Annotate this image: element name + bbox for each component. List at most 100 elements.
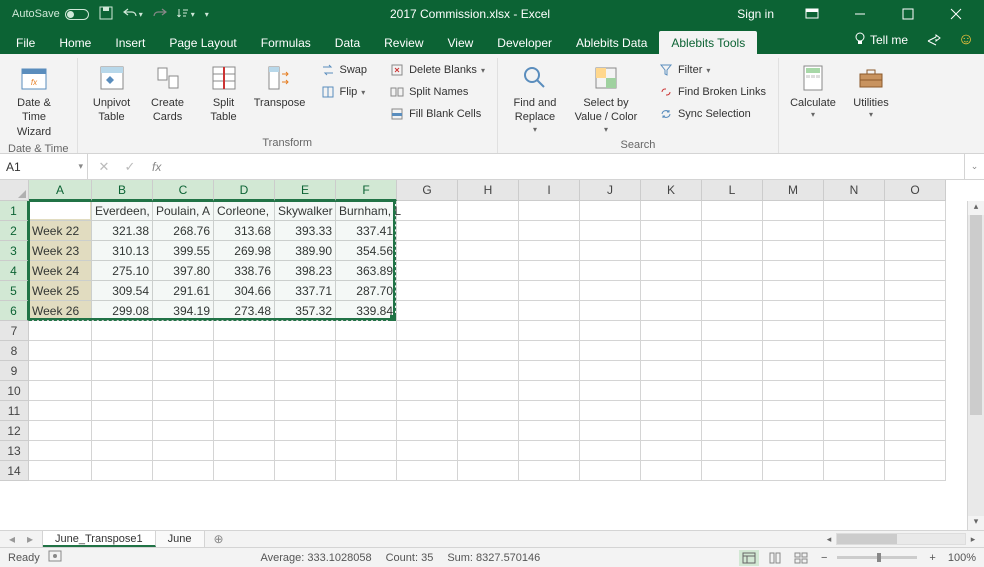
column-header-C[interactable]: C [153,180,214,201]
cell-C7[interactable] [153,321,214,341]
cell-B11[interactable] [92,401,153,421]
cell-A11[interactable] [29,401,92,421]
cell-J8[interactable] [580,341,641,361]
tab-insert[interactable]: Insert [103,31,157,54]
cell-F11[interactable] [336,401,397,421]
cell-H5[interactable] [458,281,519,301]
cell-J9[interactable] [580,361,641,381]
cell-L13[interactable] [702,441,763,461]
cell-N9[interactable] [824,361,885,381]
cell-M2[interactable] [763,221,824,241]
cell-L11[interactable] [702,401,763,421]
cell-M1[interactable] [763,201,824,221]
row-header-11[interactable]: 11 [0,401,29,421]
cell-E2[interactable]: 393.33 [275,221,336,241]
cell-H14[interactable] [458,461,519,481]
column-header-M[interactable]: M [763,180,824,201]
cell-I14[interactable] [519,461,580,481]
cell-H2[interactable] [458,221,519,241]
cell-F8[interactable] [336,341,397,361]
cell-J4[interactable] [580,261,641,281]
row-header-14[interactable]: 14 [0,461,29,481]
cell-G2[interactable] [397,221,458,241]
fill-blank-cells-button[interactable]: Fill Blank Cells [385,104,489,124]
cell-E9[interactable] [275,361,336,381]
close-button[interactable] [936,0,976,28]
signin-link[interactable]: Sign in [727,7,784,21]
row-header-7[interactable]: 7 [0,321,29,341]
row-header-3[interactable]: 3 [0,241,29,261]
tab-view[interactable]: View [436,31,486,54]
ribbon-display-options[interactable] [792,0,832,28]
cell-E5[interactable]: 337.71 [275,281,336,301]
cell-A12[interactable] [29,421,92,441]
cell-D6[interactable]: 273.48 [214,301,275,321]
cell-G8[interactable] [397,341,458,361]
cell-E8[interactable] [275,341,336,361]
cell-N2[interactable] [824,221,885,241]
cell-B6[interactable]: 299.08 [92,301,153,321]
cell-H7[interactable] [458,321,519,341]
cell-H13[interactable] [458,441,519,461]
cell-H1[interactable] [458,201,519,221]
cell-B7[interactable] [92,321,153,341]
horizontal-scrollbar[interactable]: ◂ ▸ [604,531,984,547]
cell-M13[interactable] [763,441,824,461]
sheet-tab-june_transpose1[interactable]: June_Transpose1 [43,531,156,547]
unpivot-table-button[interactable]: Unpivot Table [86,60,138,127]
cell-B5[interactable]: 309.54 [92,281,153,301]
macro-record-icon[interactable] [48,550,62,565]
scroll-track[interactable] [968,215,984,516]
cell-K11[interactable] [641,401,702,421]
smiley-button[interactable]: ☺ [952,26,980,54]
cell-F4[interactable]: 363.89 [336,261,397,281]
cell-K12[interactable] [641,421,702,441]
split-names-button[interactable]: Split Names [385,82,489,102]
cell-L14[interactable] [702,461,763,481]
cell-O7[interactable] [885,321,946,341]
cell-G1[interactable] [397,201,458,221]
transpose-button[interactable]: Transpose [254,60,306,127]
cell-H11[interactable] [458,401,519,421]
sheet-nav-prev[interactable]: ◂ [4,532,20,546]
cell-H12[interactable] [458,421,519,441]
cell-I9[interactable] [519,361,580,381]
cells-area[interactable]: Everdeen,Poulain, ACorleone,SkywalkerBur… [29,201,984,495]
tab-formulas[interactable]: Formulas [249,31,323,54]
calculate-button[interactable]: Calculate ▾ [787,60,839,123]
cell-G14[interactable] [397,461,458,481]
view-page-layout-button[interactable] [765,550,785,566]
cell-K4[interactable] [641,261,702,281]
column-header-K[interactable]: K [641,180,702,201]
cell-B4[interactable]: 275.10 [92,261,153,281]
cell-I2[interactable] [519,221,580,241]
cell-H8[interactable] [458,341,519,361]
cell-D8[interactable] [214,341,275,361]
zoom-slider[interactable] [837,556,917,559]
cell-O12[interactable] [885,421,946,441]
cell-N5[interactable] [824,281,885,301]
cell-J1[interactable] [580,201,641,221]
cell-G12[interactable] [397,421,458,441]
column-header-G[interactable]: G [397,180,458,201]
flip-button[interactable]: Flip ▾ [316,82,372,102]
cell-G6[interactable] [397,301,458,321]
cell-G10[interactable] [397,381,458,401]
column-header-E[interactable]: E [275,180,336,201]
cell-F13[interactable] [336,441,397,461]
cell-B8[interactable] [92,341,153,361]
cell-B10[interactable] [92,381,153,401]
cell-J12[interactable] [580,421,641,441]
cancel-formula-button[interactable]: ✕ [92,159,116,175]
scroll-thumb[interactable] [970,215,982,415]
cell-B2[interactable]: 321.38 [92,221,153,241]
tab-review[interactable]: Review [372,31,435,54]
cell-I12[interactable] [519,421,580,441]
cell-M12[interactable] [763,421,824,441]
cell-F12[interactable] [336,421,397,441]
maximize-button[interactable] [888,0,928,28]
cell-I13[interactable] [519,441,580,461]
column-header-F[interactable]: F [336,180,397,201]
cell-C6[interactable]: 394.19 [153,301,214,321]
sync-selection-button[interactable]: Sync Selection [654,104,770,124]
